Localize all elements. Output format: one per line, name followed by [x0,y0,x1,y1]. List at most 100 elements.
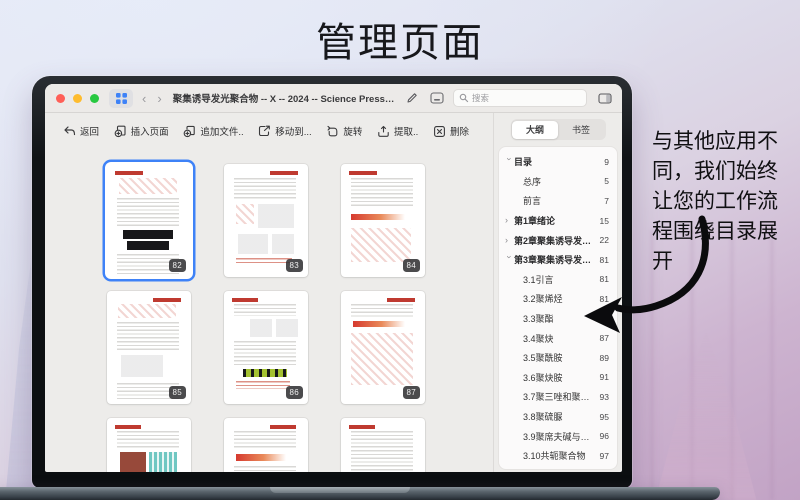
markup-icon [430,92,444,104]
search-icon [459,93,469,103]
page-number-badge: 84 [402,259,420,272]
page-number-badge: 83 [285,259,303,272]
window-titlebar: ‹ › 聚集诱导发光聚合物 -- X -- 2024 -- Science Pr… [45,84,622,113]
outline-item[interactable]: 3.6聚炔胺 91 [499,368,617,388]
sidebar-toggle-icon [598,92,612,104]
outline-item-label: 第3章聚集诱导发光聚... [514,255,596,266]
outline-item-label: 总序 [523,176,542,187]
page-thumbnail[interactable] [341,418,425,472]
toolbar-label: 返回 [80,127,100,138]
outline-item[interactable]: 总序 5 [499,172,617,192]
outline-item-label: 3.11手性聚合物 [523,469,596,470]
delete-button[interactable]: 删除 [433,124,469,138]
page-thumbnail[interactable]: 82 [107,164,191,277]
outline-item[interactable]: 3.10共轭聚合物 97 [499,446,617,466]
tab-bookmarks[interactable]: 书签 [558,121,604,139]
traffic-lights [56,93,99,103]
outline-item-page: 9 [604,156,609,167]
outline-item-page: 81 [599,293,609,304]
outline-item-label: 第2章聚集诱导发光聚... [514,235,596,246]
tab-outline[interactable]: 大纲 [512,120,558,139]
sidebar-toggle-button[interactable] [596,90,614,106]
page-thumbnail[interactable]: 87 [341,291,425,404]
laptop-mockup: ‹ › 聚集诱导发光聚合物 -- X -- 2024 -- Science Pr… [32,76,632,488]
toolbar-label: 移动到... [275,127,312,138]
outline-item-page: 95 [599,411,609,422]
outline-item-page: 85 [599,313,609,324]
outline-item-label: 3.10共轭聚合物 [523,451,586,462]
search-placeholder: 搜索 [472,93,490,103]
page-preview [107,418,191,472]
outline-item[interactable]: 第1章绪论 15 [499,211,617,231]
outline-item-label: 3.8聚硫脲 [523,412,563,423]
outline-item[interactable]: 3.2聚烯烃 81 [499,289,617,309]
outline-item-label: 3.6聚炔胺 [523,372,563,383]
nav-forward-button[interactable]: › [155,92,163,105]
back-button[interactable]: 返回 [63,124,99,138]
outline-item[interactable]: 3.4聚炔 87 [499,328,617,348]
page-number-badge: 82 [168,259,186,272]
page-thumbnail[interactable] [224,418,308,472]
outline-item-label: 目录 [514,157,533,168]
page-number-badge: 85 [168,386,186,399]
outline-item[interactable]: 目录 9 [499,152,617,172]
toolbar-label: 插入页面 [130,127,169,138]
rotate-icon [327,125,338,137]
back-icon [64,126,76,136]
rotate-button[interactable]: 旋转 [326,124,362,138]
outline-item[interactable]: 3.1引言 81 [499,270,617,290]
outline-item[interactable]: 3.8聚硫脲 95 [499,407,617,427]
close-button[interactable] [56,93,65,103]
zoom-button[interactable] [90,93,99,103]
outline-item[interactable]: 3.7聚三唑和聚噁唑 93 [499,387,617,407]
page-preview [224,418,308,472]
outline-item[interactable]: 3.9聚席夫碱与含BOD... 96 [499,426,617,446]
page-thumbnail[interactable]: 85 [107,291,191,404]
outline-item-page: 96 [599,431,609,442]
outline-item-page: 22 [599,235,609,246]
outline-item[interactable]: 3.3聚酯 85 [499,309,617,329]
append-file-icon [183,125,196,137]
extract-button[interactable]: 提取.. [377,124,418,138]
outline-item[interactable]: 第3章聚集诱导发光聚... 81 [499,250,617,270]
page-thumbnail[interactable]: 84 [341,164,425,277]
pages-panel: 返回 插入页面 追加文件.. 移动到... 旋转 提取.. 删除 82 83 8… [45,113,493,472]
move-to-button[interactable]: 移动到... [258,124,312,138]
minimize-button[interactable] [73,93,82,103]
chevron-icon [505,216,514,225]
append-file-button[interactable]: 追加文件.. [183,124,244,138]
insert-page-button[interactable]: 插入页面 [114,124,169,138]
laptop-base [0,487,720,500]
outline-item-page: 5 [604,176,609,187]
chevron-icon [505,256,514,265]
outline-item[interactable]: 前言 7 [499,191,617,211]
outline-item[interactable]: 3.5聚酰胺 89 [499,348,617,368]
outline-item[interactable]: 3.11手性聚合物 98 [499,466,617,470]
page-thumbnail[interactable]: 83 [224,164,308,277]
page-thumbnail[interactable]: 86 [224,291,308,404]
page-number-badge: 87 [402,386,420,399]
chevron-icon [505,158,514,167]
markup-button[interactable] [428,90,446,106]
search-input[interactable]: 搜索 [453,89,587,107]
sidebar: 大纲 书签 目录 9 [493,113,622,472]
page-preview [341,418,425,472]
screenshot-canvas: 管理页面 ‹ › 聚集诱导发光聚合物 -- X -- 2024 -- Scien… [0,0,800,500]
page-thumbnail[interactable] [107,418,191,472]
outline-item[interactable]: 第2章聚集诱导发光聚... 22 [499,230,617,250]
insert-page-icon [114,125,126,137]
laptop-base-notch [270,487,410,493]
outline-item-page: 81 [599,254,609,265]
edit-button[interactable] [403,90,421,106]
window-body: 返回 插入页面 追加文件.. 移动到... 旋转 提取.. 删除 82 83 8… [45,113,622,472]
document-title: 聚集诱导发光聚合物 -- X -- 2024 -- Science Press … [172,94,396,105]
page-title: 管理页面 [316,20,484,65]
annotation-text: 与其他应用不同，我们始终让您的工作流程围绕目录展开 [652,129,778,273]
toolbar: 返回 插入页面 追加文件.. 移动到... 旋转 提取.. 删除 [45,113,493,149]
outline-item-page: 93 [599,391,609,402]
chevron-icon [505,236,514,245]
outline-item-label: 3.5聚酰胺 [523,353,563,364]
outline-item-label: 3.7聚三唑和聚噁唑 [523,392,596,403]
nav-back-button[interactable]: ‹ [140,92,148,105]
page-grid-view-button[interactable] [109,88,133,108]
